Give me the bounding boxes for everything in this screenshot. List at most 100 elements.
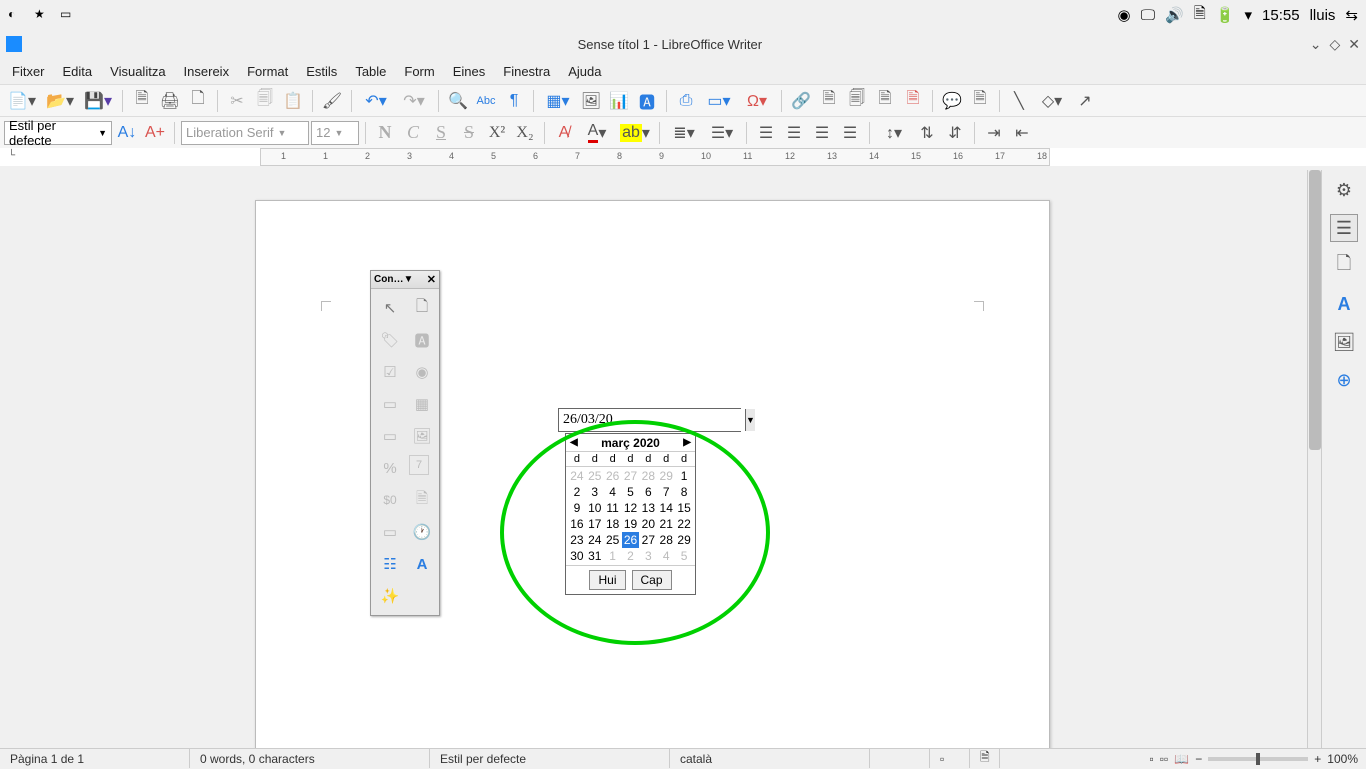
calendar-day[interactable]: 29 <box>675 532 693 548</box>
increase-spacing-button[interactable]: ⇅ <box>914 120 940 146</box>
calendar-day[interactable]: 13 <box>639 500 657 516</box>
font-name-combo[interactable]: Liberation Serif ▼ <box>181 121 309 145</box>
calendar-day[interactable]: 2 <box>622 548 640 564</box>
track-changes-button[interactable]: 🗎 <box>900 88 926 114</box>
display-tray-icon[interactable]: 🖵 <box>1141 7 1155 24</box>
status-signature[interactable]: 🗎 <box>970 749 1000 768</box>
form-controls-panel[interactable]: Con… ▼ ✕ ↖ 🗋 🏷 🅰 ☑ ◉ ▭ ▦ ▭ 🖼 % 7 $0 🗎 ▭ … <box>370 270 440 616</box>
calendar-day[interactable]: 24 <box>586 532 604 548</box>
calendar-day[interactable]: 20 <box>639 516 657 532</box>
insert-table-button[interactable]: ▦▾ <box>540 88 576 114</box>
scrollbar-thumb[interactable] <box>1309 170 1321 450</box>
calendar-day[interactable]: 1 <box>675 468 693 484</box>
calendar-day[interactable]: 3 <box>586 484 604 500</box>
user-label[interactable]: lluis <box>1310 7 1336 24</box>
menu-estils[interactable]: Estils <box>298 61 345 82</box>
calendar-day[interactable]: 28 <box>657 532 675 548</box>
calendar-day[interactable]: 6 <box>639 484 657 500</box>
align-justify-button[interactable]: ☰ <box>837 120 863 146</box>
menu-finestra[interactable]: Finestra <box>495 61 558 82</box>
cut-button[interactable]: ✂ <box>224 88 250 114</box>
insert-image-button[interactable]: 🖼 <box>578 88 604 114</box>
shapes-button[interactable]: ◇▾ <box>1034 88 1070 114</box>
undo-button[interactable]: ↶▾ <box>358 88 394 114</box>
calendar-day[interactable]: 12 <box>622 500 640 516</box>
special-char-button[interactable]: Ω▾ <box>739 88 775 114</box>
numbering-button[interactable]: ☰▾ <box>704 120 740 146</box>
view-multi-icon[interactable]: ▫▫ <box>1160 752 1169 766</box>
formatted-field-icon[interactable]: % <box>377 455 403 481</box>
status-selection-mode[interactable]: ▫ <box>930 749 970 768</box>
date-field-icon[interactable]: 7 <box>409 455 429 475</box>
calendar-day[interactable]: 11 <box>604 500 622 516</box>
doc-tray-icon[interactable]: 🗎 <box>1194 3 1206 28</box>
date-input[interactable] <box>559 409 745 431</box>
calendar-day[interactable]: 18 <box>604 516 622 532</box>
calendar-day[interactable]: 25 <box>604 532 622 548</box>
calendar-day[interactable]: 17 <box>586 516 604 532</box>
horizontal-ruler[interactable]: 1123456789101112131415161718 <box>260 148 1050 166</box>
sidebar-gallery-icon[interactable]: 🖼 <box>1330 328 1358 356</box>
calendar-day[interactable]: 27 <box>622 468 640 484</box>
strikethrough-button[interactable]: S <box>456 120 482 146</box>
form-panel-header[interactable]: Con… ▼ ✕ <box>371 271 439 289</box>
calendar-day[interactable]: 24 <box>568 468 586 484</box>
maximize-button[interactable]: ◇ <box>1329 36 1340 53</box>
menu-fitxer[interactable]: Fitxer <box>4 61 53 82</box>
menu-tray-icon[interactable]: ▾ <box>1245 6 1253 24</box>
clone-format-button[interactable]: 🖌 <box>319 88 345 114</box>
calendar-day[interactable]: 1 <box>604 548 622 564</box>
crossref-button[interactable]: 🗎 <box>872 88 898 114</box>
calendar-day[interactable]: 30 <box>568 548 586 564</box>
find-button[interactable]: 🔍 <box>445 88 471 114</box>
insert-chart-button[interactable]: 📊 <box>606 88 632 114</box>
calendar-day[interactable]: 14 <box>657 500 675 516</box>
redo-button[interactable]: ↷▾ <box>396 88 432 114</box>
view-book-icon[interactable]: 📖 <box>1174 752 1189 766</box>
sidebar-navigator-icon[interactable]: ⊕ <box>1330 366 1358 394</box>
calendar-day[interactable]: 23 <box>568 532 586 548</box>
numeric-field-icon[interactable]: 🗎 <box>409 487 435 513</box>
comment-button[interactable]: 💬 <box>939 88 965 114</box>
calendar-day[interactable]: 27 <box>639 532 657 548</box>
textbox-control-icon[interactable]: 🅰 <box>409 327 435 353</box>
power-icon[interactable]: ⇆ <box>1345 6 1358 24</box>
paste-button[interactable]: 📋 <box>280 88 306 114</box>
vertical-scrollbar[interactable] <box>1307 170 1321 748</box>
radio-control-icon[interactable]: ◉ <box>409 359 435 385</box>
calendar-day[interactable]: 31 <box>586 548 604 564</box>
update-style-button[interactable]: A↓ <box>114 120 140 146</box>
menu-form[interactable]: Form <box>396 61 442 82</box>
footnote-button[interactable]: 🗎 <box>816 88 842 114</box>
new-style-button[interactable]: A+ <box>142 120 168 146</box>
activities-icon[interactable]: ◐ <box>8 7 24 23</box>
status-style[interactable]: Estil per defecte <box>430 749 670 768</box>
bullets-button[interactable]: ≣▾ <box>666 120 702 146</box>
checkbox-control-icon[interactable]: ☑ <box>377 359 403 385</box>
align-right-button[interactable]: ☰ <box>809 120 835 146</box>
calendar-day[interactable]: 4 <box>657 548 675 564</box>
calendar-day[interactable]: 22 <box>675 516 693 532</box>
bookmark2-button[interactable]: 🗐 <box>844 88 870 114</box>
menu-ajuda[interactable]: Ajuda <box>560 61 609 82</box>
subscript-button[interactable]: X₂ <box>512 120 538 146</box>
open-button[interactable]: 📂▾ <box>42 88 78 114</box>
clock[interactable]: 15:55 <box>1262 7 1300 24</box>
close-button[interactable]: ✕ <box>1348 36 1360 53</box>
currency-field-icon[interactable]: $0 <box>377 487 403 513</box>
image-control-icon[interactable]: 🖼 <box>409 423 435 449</box>
insert-field-button[interactable]: ▭▾ <box>701 88 737 114</box>
calendar-day[interactable]: 2 <box>568 484 586 500</box>
sidebar-properties-icon[interactable]: ☰ <box>1330 214 1358 242</box>
clear-format-button[interactable]: A̸ <box>551 120 577 146</box>
align-left-button[interactable]: ☰ <box>753 120 779 146</box>
increase-indent-button[interactable]: ⇥ <box>981 120 1007 146</box>
label-control-icon[interactable]: 🏷 <box>377 327 403 353</box>
zoom-out-button[interactable]: − <box>1195 752 1202 766</box>
menu-insereix[interactable]: Insereix <box>176 61 238 82</box>
export-pdf-button[interactable]: 🗎 <box>129 88 155 114</box>
menu-eines[interactable]: Eines <box>445 61 494 82</box>
print-button[interactable]: 🖨 <box>157 88 183 114</box>
zoom-slider[interactable] <box>1208 757 1308 761</box>
calendar-next-button[interactable]: ▶ <box>683 437 691 448</box>
